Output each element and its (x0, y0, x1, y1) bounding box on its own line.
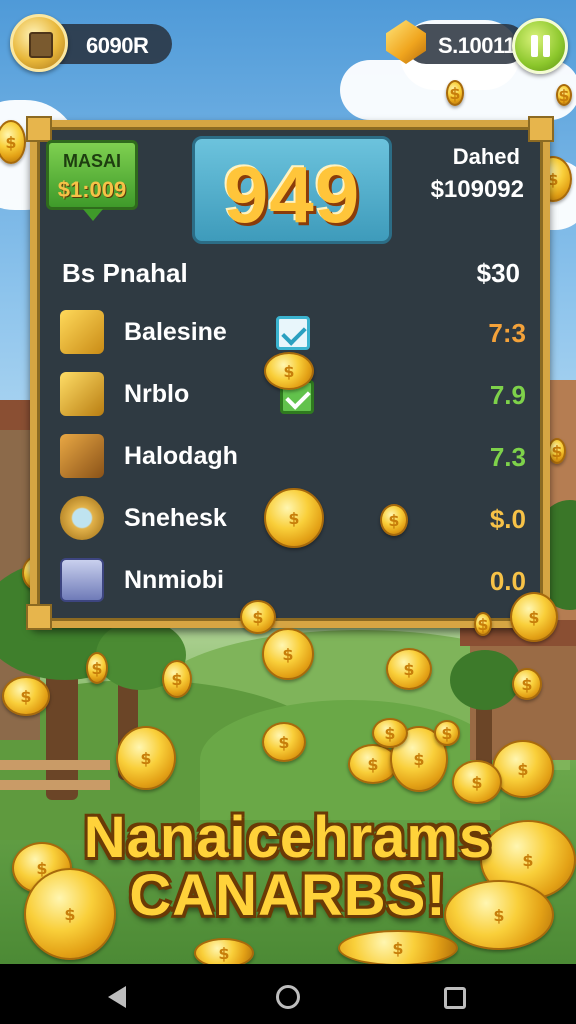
level-badge: MASAI $1:009 (46, 140, 138, 221)
coin (262, 722, 306, 762)
badge-title: MASAI (63, 151, 121, 171)
checkbox[interactable] (276, 316, 310, 350)
list-header-label: Bs Pnahal (62, 258, 188, 288)
list-item[interactable]: Nnmiobi 0.0 (56, 554, 526, 610)
balance-label: Dahed (452, 144, 520, 169)
cash-amount: S.10011 (438, 33, 516, 58)
item-label: Nnmiobi (124, 566, 224, 594)
coin (240, 600, 276, 634)
coin (262, 628, 314, 680)
gear-icon (60, 496, 104, 540)
coin (452, 760, 502, 804)
balance-value: $109092 (430, 176, 524, 203)
coin (372, 718, 408, 748)
top-hud: 6090R S.10011 (0, 0, 576, 90)
fence (0, 780, 110, 790)
item-label: Nrblo (124, 380, 190, 408)
coin (264, 488, 324, 548)
banner-subtitle: CANARBS! (129, 863, 447, 928)
coin (338, 930, 458, 966)
coin (264, 352, 314, 390)
score-box: 949 (192, 136, 392, 244)
item-value: 7.9 (489, 380, 526, 410)
vault-icon (60, 558, 104, 602)
system-navbar (0, 964, 576, 1024)
coin (162, 660, 192, 698)
item-value: 7:3 (488, 318, 526, 348)
item-label: Balesine (124, 318, 227, 346)
coin (0, 120, 26, 164)
coin (492, 740, 554, 798)
score-value: 949 (223, 150, 361, 239)
item-value: $.0 (489, 504, 526, 534)
list-item[interactable]: Halodagh 7.3 (56, 430, 526, 486)
treasure-chest-icon (60, 434, 104, 478)
fence (0, 760, 110, 770)
gold-bars-icon (60, 310, 104, 354)
coin (512, 668, 542, 700)
home-icon[interactable] (276, 985, 300, 1009)
coin (548, 438, 566, 464)
item-label: Halodagh (124, 442, 238, 470)
pause-icon (531, 35, 538, 57)
wallet-amount: 6090R (86, 33, 149, 58)
panel-corner (26, 604, 52, 630)
item-value: 7.3 (489, 442, 526, 472)
badge-value: $1:009 (57, 177, 127, 202)
item-value: 0.0 (489, 566, 526, 596)
list-header-value: $30 (476, 258, 520, 288)
back-icon[interactable] (108, 986, 126, 1008)
coin (386, 648, 432, 690)
tree-canopy (450, 650, 520, 710)
coin (380, 504, 408, 536)
coin (510, 592, 558, 642)
panel-corner (528, 116, 554, 142)
coin (474, 612, 492, 636)
wallet-icon[interactable] (10, 14, 68, 72)
coin (2, 676, 50, 716)
recents-icon[interactable] (444, 987, 466, 1009)
item-label: Snehesk (124, 504, 227, 532)
pause-button[interactable] (512, 18, 568, 74)
banner-title: Nanaicehrams (83, 805, 493, 870)
gold-crates-icon (60, 372, 104, 416)
coin (116, 726, 176, 790)
panel-corner (26, 116, 52, 142)
coin (86, 652, 108, 684)
coin (434, 720, 460, 746)
